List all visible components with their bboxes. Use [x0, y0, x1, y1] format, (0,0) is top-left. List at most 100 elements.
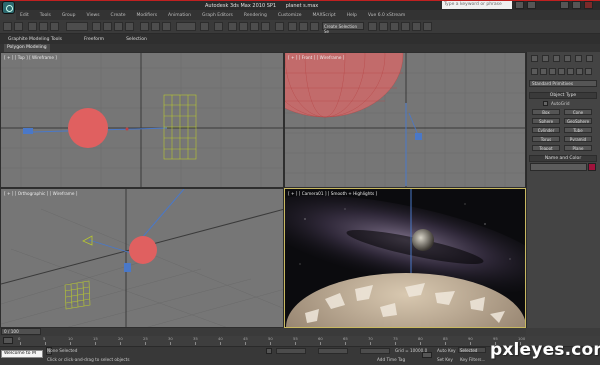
viewport-label-camera[interactable]: [ + ] [ Camera01 ] [ Smooth + Highlights… — [288, 191, 377, 196]
selection-set-dropdown[interactable]: Create Selection Se — [322, 22, 364, 34]
reference-coord-dropdown[interactable] — [176, 22, 196, 31]
plane-button[interactable]: Plane — [564, 145, 592, 151]
object-type-rollout[interactable]: Object Type — [529, 92, 597, 99]
space-warps-icon[interactable] — [576, 68, 583, 75]
schematic-view-icon[interactable] — [379, 22, 388, 31]
viewport-label-front[interactable]: [ + ] [ Front ] [ Wireframe ] — [288, 55, 344, 60]
angle-snap-icon[interactable] — [239, 22, 248, 31]
menu-views[interactable]: Views — [87, 13, 100, 18]
minimize-icon[interactable] — [560, 1, 569, 9]
object-color-swatch[interactable] — [588, 163, 596, 171]
box-button[interactable]: Box — [532, 109, 560, 115]
tube-button[interactable]: Tube — [564, 127, 592, 133]
percent-snap-icon[interactable] — [250, 22, 259, 31]
x-coordinate-field[interactable] — [276, 348, 306, 354]
menu-help[interactable]: Help — [347, 13, 357, 18]
viewport-front[interactable]: [ + ] [ Front ] [ Wireframe ] — [284, 52, 526, 188]
menu-graph-editors[interactable]: Graph Editors — [202, 13, 233, 18]
key-selection-dropdown[interactable]: Selected — [458, 347, 486, 353]
shapes-icon[interactable] — [540, 68, 547, 75]
primitive-category-dropdown[interactable]: Standard Primitives — [529, 80, 597, 87]
viewport-label-top[interactable]: [ + ] [ Top ] [ Wireframe ] — [4, 55, 57, 60]
window-crossing-icon[interactable] — [125, 22, 134, 31]
create-tab-icon[interactable] — [531, 55, 538, 62]
auto-key-button[interactable]: Auto Key — [437, 348, 456, 353]
key-filters-button[interactable]: Key Filters... — [460, 357, 485, 362]
mirror-icon[interactable] — [288, 22, 297, 31]
tab-freeform[interactable]: Freeform — [84, 37, 104, 42]
time-slider[interactable]: 0 / 100 — [0, 328, 526, 336]
time-slider-thumb[interactable]: 0 / 100 — [1, 328, 41, 335]
undo-icon[interactable] — [3, 22, 12, 31]
pyramid-button[interactable]: Pyramid — [564, 136, 592, 142]
render-setup-icon[interactable] — [401, 22, 410, 31]
cone-button[interactable]: Cone — [564, 109, 592, 115]
key-icon[interactable] — [422, 352, 432, 358]
tab-selection[interactable]: Selection — [126, 37, 147, 42]
menu-maxscript[interactable]: MAXScript — [313, 13, 336, 18]
object-name-input[interactable] — [530, 163, 587, 171]
spinner-snap-icon[interactable] — [261, 22, 270, 31]
bind-space-warp-icon[interactable] — [50, 22, 59, 31]
tab-graphite-modeling-tools[interactable]: Graphite Modeling Tools — [8, 37, 62, 42]
menu-tools[interactable]: Tools — [40, 13, 51, 18]
layer-icon[interactable] — [310, 22, 319, 31]
modify-tab-icon[interactable] — [542, 55, 549, 62]
z-coordinate-field[interactable] — [360, 348, 390, 354]
menu-vue-xstream[interactable]: Vue 6.0 xStream — [368, 13, 405, 18]
teapot-button[interactable]: Teapot — [532, 145, 560, 151]
rect-selection-icon[interactable] — [114, 22, 123, 31]
align-icon[interactable] — [299, 22, 308, 31]
torus-button[interactable]: Torus — [532, 136, 560, 142]
systems-icon[interactable] — [585, 68, 592, 75]
material-editor-icon[interactable] — [390, 22, 399, 31]
menu-rendering[interactable]: Rendering — [244, 13, 267, 18]
move-icon[interactable] — [140, 22, 149, 31]
pivot-icon[interactable] — [200, 22, 209, 31]
app-logo-icon[interactable] — [2, 1, 15, 14]
viewport-orthographic[interactable]: [ + ] [ Orthographic ] [ Wireframe ] — [0, 188, 284, 328]
add-time-tag[interactable]: Add Time Tag — [377, 357, 405, 362]
redo-icon[interactable] — [14, 22, 23, 31]
cylinder-button[interactable]: Cylinder — [532, 127, 560, 133]
y-coordinate-field[interactable] — [318, 348, 348, 354]
edit-named-selection-icon[interactable] — [275, 22, 284, 31]
cameras-icon[interactable] — [558, 68, 565, 75]
hierarchy-tab-icon[interactable] — [553, 55, 560, 62]
viewport-top[interactable]: [ + ] [ Top ] [ Wireframe ] — [0, 52, 284, 188]
menu-modifiers[interactable]: Modifiers — [137, 13, 158, 18]
set-key-button[interactable]: Set Key — [437, 357, 453, 362]
mini-curve-editor-icon[interactable] — [3, 337, 13, 344]
render-icon[interactable] — [423, 22, 432, 31]
utilities-tab-icon[interactable] — [586, 55, 593, 62]
search-input[interactable]: Type a keyword or phrase — [442, 1, 512, 9]
menu-edit[interactable]: Edit — [20, 13, 29, 18]
geosphere-button[interactable]: GeoSphere — [564, 118, 592, 124]
helpers-icon[interactable] — [567, 68, 574, 75]
menu-animation[interactable]: Animation — [168, 13, 191, 18]
viewport-label-ortho[interactable]: [ + ] [ Orthographic ] [ Wireframe ] — [4, 191, 77, 196]
sphere-button[interactable]: Sphere — [532, 118, 560, 124]
maxscript-listener-input[interactable]: Welcome to M — [1, 350, 43, 358]
link-icon[interactable] — [28, 22, 37, 31]
geometry-icon[interactable] — [531, 68, 538, 75]
select-by-name-icon[interactable] — [103, 22, 112, 31]
name-and-color-rollout[interactable]: Name and Color — [529, 155, 597, 162]
absolute-mode-icon[interactable] — [266, 348, 272, 354]
curve-editor-icon[interactable] — [368, 22, 377, 31]
unlink-icon[interactable] — [39, 22, 48, 31]
search-icon[interactable] — [515, 1, 524, 9]
select-object-icon[interactable] — [92, 22, 101, 31]
snap-icon[interactable] — [228, 22, 237, 31]
menu-group[interactable]: Group — [62, 13, 76, 18]
autogrid-checkbox[interactable] — [543, 101, 548, 106]
maximize-icon[interactable] — [572, 1, 581, 9]
rotate-icon[interactable] — [151, 22, 160, 31]
close-icon[interactable] — [584, 1, 593, 9]
menu-create[interactable]: Create — [111, 13, 126, 18]
rendered-frame-icon[interactable] — [412, 22, 421, 31]
scale-icon[interactable] — [162, 22, 171, 31]
help-icon[interactable] — [527, 1, 536, 9]
motion-tab-icon[interactable] — [564, 55, 571, 62]
viewport-camera[interactable]: [ + ] [ Camera01 ] [ Smooth + Highlights… — [284, 188, 526, 328]
